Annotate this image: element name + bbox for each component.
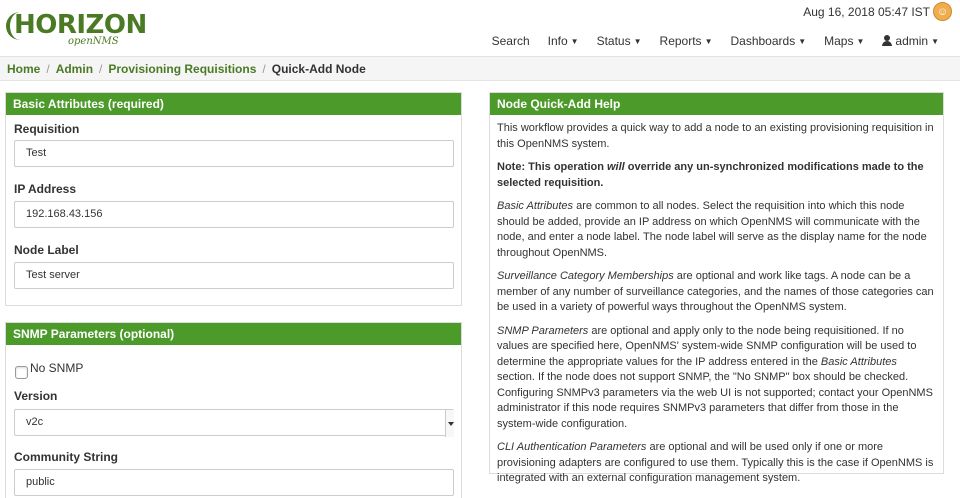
nav-reports-menu[interactable]: Reports ▼: [651, 32, 722, 50]
help-snmp-parameters: SNMP Parameters are optional and apply o…: [497, 324, 936, 433]
breadcrumb-separator: /: [99, 62, 103, 76]
breadcrumb-current: Quick-Add Node: [271, 62, 366, 76]
caret-down-icon: ▼: [570, 37, 579, 46]
top-navbar: HORIZON openNMS Aug 16, 2018 05:47 IST ☺…: [0, 0, 960, 56]
community-string-field[interactable]: public: [14, 469, 454, 496]
version-select[interactable]: v2c: [14, 409, 454, 437]
help-note-emphasis: will: [607, 161, 625, 173]
ip-address-field[interactable]: 192.168.43.156: [14, 201, 454, 228]
caret-down-icon: ▼: [856, 37, 865, 46]
breadcrumb-home[interactable]: Home: [7, 62, 40, 76]
requisition-field[interactable]: Test: [14, 140, 454, 167]
breadcrumb-admin[interactable]: Admin: [56, 62, 93, 76]
help-term: Basic Attributes: [820, 355, 897, 368]
nav-search-label: Search: [491, 34, 530, 48]
help-note: Note: This operation will override any u…: [497, 160, 936, 191]
caret-down-icon: ▼: [704, 37, 713, 46]
dropdown-arrow-icon[interactable]: [445, 410, 454, 437]
help-note-text: Note: This operation: [497, 161, 607, 173]
help-term: CLI Authentication Parameters: [497, 441, 647, 453]
node-label-field[interactable]: Test server: [14, 262, 454, 289]
breadcrumb-provisioning-requisitions[interactable]: Provisioning Requisitions: [108, 62, 256, 76]
requisition-value: Test: [26, 147, 47, 159]
community-string-value: public: [26, 476, 55, 488]
quick-add-help-panel: Node Quick-Add Help This workflow provid…: [489, 92, 944, 484]
user-avatar-icon[interactable]: ☺: [933, 2, 952, 21]
no-snmp-checkbox[interactable]: [15, 366, 28, 379]
caret-down-icon: ▼: [633, 37, 642, 46]
logo-sub-text: openNMS: [68, 36, 119, 47]
breadcrumb-separator: /: [262, 62, 266, 76]
basic-attributes-panel: Basic Attributes (required) Requisition …: [5, 92, 462, 306]
help-term: SNMP Parameters: [497, 324, 589, 337]
snmp-parameters-panel: SNMP Parameters (optional) No SNMP Versi…: [5, 322, 462, 498]
version-value: v2c: [26, 416, 44, 428]
breadcrumb: Home / Admin / Provisioning Requisitions / Qui…: [0, 56, 960, 81]
no-snmp-label[interactable]: No SNMP: [30, 361, 83, 375]
ip-address-value: 192.168.43.156: [26, 208, 103, 220]
caret-down-icon: ▼: [798, 37, 807, 46]
user-icon: [882, 35, 893, 46]
nav-search[interactable]: Search: [483, 32, 539, 50]
caret-down-icon: ▼: [931, 37, 939, 46]
basic-attributes-title: Basic Attributes (required): [6, 93, 461, 115]
help-term: Basic Attributes: [497, 200, 574, 212]
community-string-label: Community String: [14, 450, 118, 464]
help-cli-authentication: CLI Authentication Parameters are option…: [497, 440, 936, 487]
breadcrumb-separator: /: [46, 62, 50, 76]
help-surveillance-categories: Surveillance Category Memberships are op…: [497, 269, 936, 316]
snmp-parameters-title: SNMP Parameters (optional): [6, 323, 461, 345]
version-label: Version: [14, 389, 58, 403]
nav-user-label: admin: [895, 34, 929, 48]
help-text: section. If the node does not support SN…: [497, 371, 933, 430]
nav-status-menu[interactable]: Status ▼: [588, 32, 651, 50]
main-nav: Search Info ▼ Status ▼ Reports ▼ Dashboards…: [483, 32, 948, 50]
help-body: This workflow provides a quick way to ad…: [490, 115, 943, 498]
node-label-label: Node Label: [14, 243, 79, 257]
nav-info-menu[interactable]: Info ▼: [539, 32, 588, 50]
help-basic-attributes: Basic Attributes are common to all nodes…: [497, 199, 936, 261]
nav-maps-menu[interactable]: Maps ▼: [815, 32, 873, 50]
nav-reports-label: Reports: [659, 34, 702, 48]
nav-maps-label: Maps: [824, 34, 854, 48]
help-term: Surveillance Category Memberships: [497, 270, 674, 282]
help-intro: This workflow provides a quick way to ad…: [497, 122, 934, 150]
server-datetime: Aug 16, 2018 05:47 IST: [803, 5, 930, 19]
nav-dashboards-menu[interactable]: Dashboards ▼: [721, 32, 815, 50]
nav-info-label: Info: [547, 34, 568, 48]
node-label-value: Test server: [26, 269, 80, 281]
ip-address-label: IP Address: [14, 182, 77, 196]
nav-dashboards-label: Dashboards: [730, 34, 796, 48]
nav-status-label: Status: [596, 34, 631, 48]
opennms-logo[interactable]: HORIZON openNMS: [4, 6, 147, 48]
requisition-label: Requisition: [14, 122, 80, 136]
nav-user-menu[interactable]: admin ▼: [873, 32, 948, 50]
help-title: Node Quick-Add Help: [490, 93, 943, 115]
